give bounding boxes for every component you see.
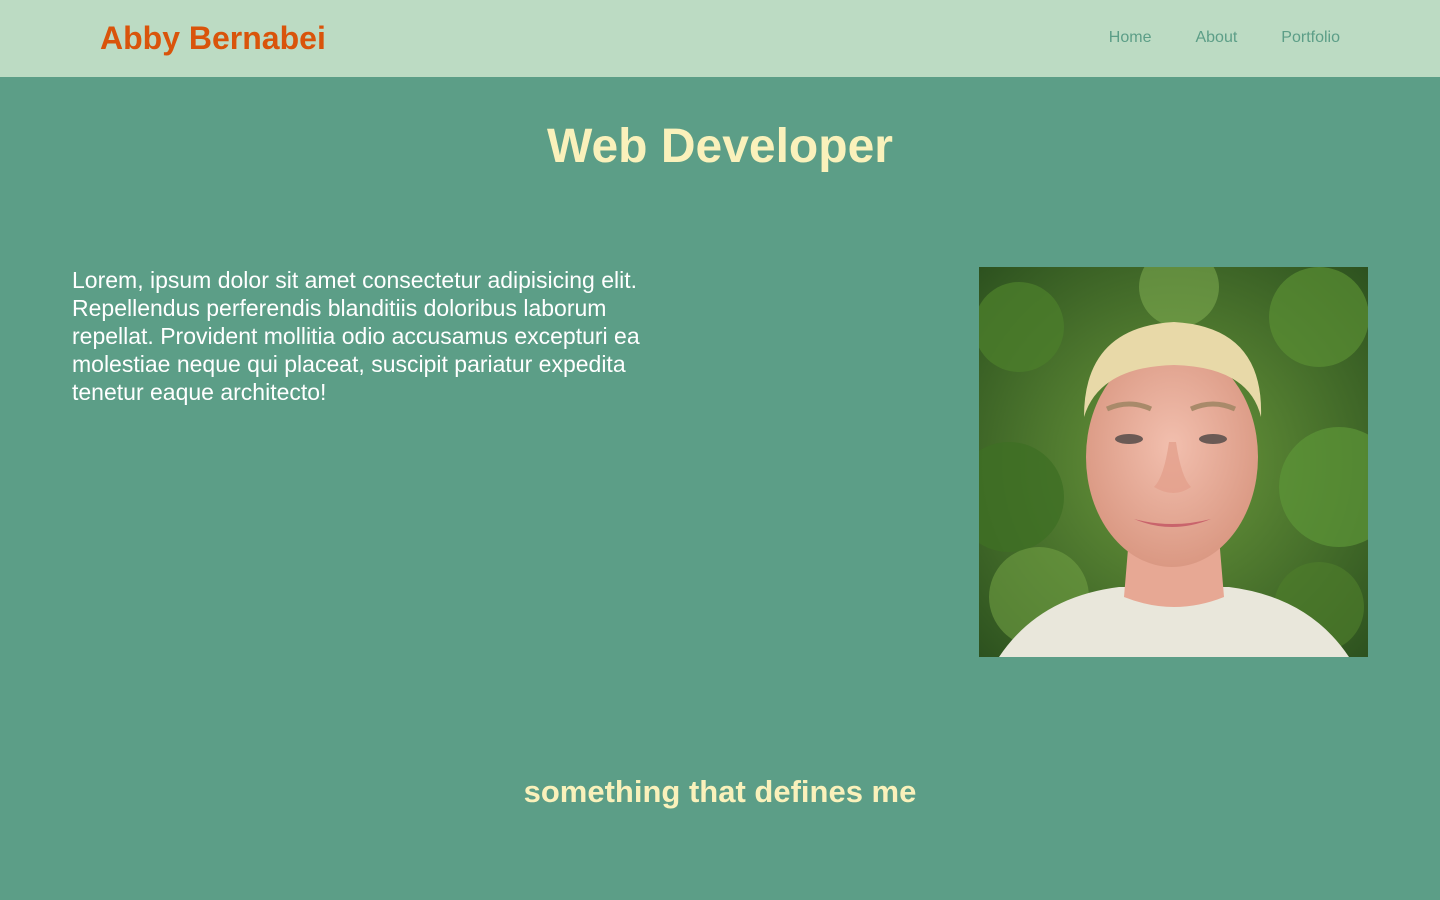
section-title: something that defines me	[523, 774, 917, 809]
hero-title: Web Developer	[547, 120, 893, 173]
navbar: Abby Bernabei Home About Portfolio	[0, 0, 1440, 77]
nav-link-about[interactable]: About	[1195, 28, 1237, 48]
brand-logo-link[interactable]: Abby Bernabei	[100, 19, 326, 57]
intro-paragraph: Lorem, ipsum dolor sit amet consectetur …	[72, 267, 640, 405]
nav-link-portfolio[interactable]: Portfolio	[1281, 28, 1340, 48]
nav-links: Home About Portfolio	[1109, 28, 1340, 48]
nav-link-home[interactable]: Home	[1109, 28, 1152, 48]
profile-photo	[979, 267, 1368, 657]
